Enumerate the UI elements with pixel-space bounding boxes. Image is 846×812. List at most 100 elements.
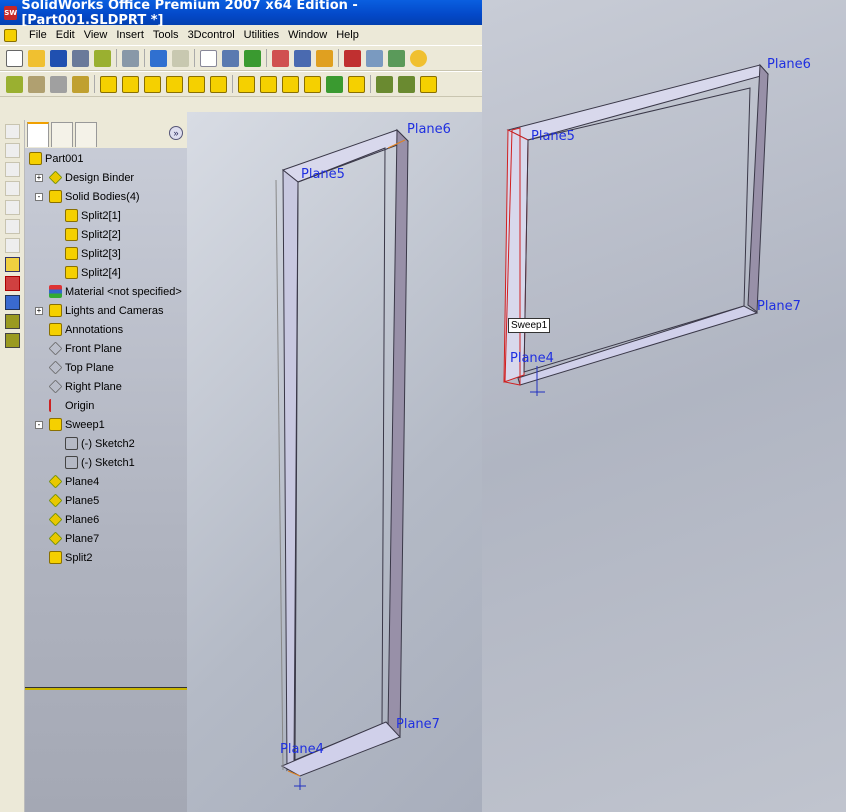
graphics-viewport-left[interactable] <box>187 112 482 812</box>
tree-node[interactable]: Right Plane <box>25 377 187 396</box>
expand-panel-button[interactable]: » <box>169 126 183 140</box>
solidworks-menu-icon[interactable] <box>4 28 17 42</box>
collapse-icon[interactable]: - <box>35 192 43 201</box>
sweep-icon[interactable] <box>188 75 205 93</box>
tree-node[interactable]: (-) Sketch2 <box>25 434 187 453</box>
tree-node[interactable]: Plane4 <box>25 472 187 491</box>
file-properties-icon[interactable] <box>294 49 311 67</box>
plane4-label: Plane4 <box>280 742 324 757</box>
right-view-icon[interactable] <box>5 181 20 196</box>
body-icon <box>65 266 78 279</box>
plane7-label: Plane7 <box>396 717 440 732</box>
isometric-view-icon[interactable] <box>5 238 20 253</box>
tree-node-label: Split2[4] <box>81 266 121 279</box>
tree-node[interactable]: Split2[2] <box>25 225 187 244</box>
shell-icon[interactable] <box>304 75 321 93</box>
make-drawing-icon[interactable] <box>72 49 89 67</box>
tree-node[interactable]: Front Plane <box>25 339 187 358</box>
tree-node[interactable]: Split2[3] <box>25 244 187 263</box>
menu-utilities[interactable]: Utilities <box>244 29 279 41</box>
loft-icon[interactable] <box>210 75 227 93</box>
rollback-bar[interactable] <box>25 687 187 690</box>
left-view-icon[interactable] <box>5 162 20 177</box>
tree-node[interactable]: Split2[1] <box>25 206 187 225</box>
linear-pattern-icon[interactable] <box>376 75 393 93</box>
help-icon[interactable] <box>410 49 427 67</box>
menu-file[interactable]: File <box>29 29 47 41</box>
bottom-view-icon[interactable] <box>5 219 20 234</box>
back-view-icon[interactable] <box>5 143 20 158</box>
front-view-icon[interactable] <box>5 124 20 139</box>
rib-icon[interactable] <box>282 75 299 93</box>
graphics-viewport-right[interactable] <box>482 0 846 812</box>
undo-icon[interactable] <box>150 49 167 67</box>
options-icon[interactable] <box>316 49 333 67</box>
tree-node[interactable]: Top Plane <box>25 358 187 377</box>
make-assembly-icon[interactable] <box>94 49 111 67</box>
split-icon[interactable] <box>5 333 20 348</box>
feature-manager-panel: » Part001 + Design Binder - Solid Bodies(4) S… <box>25 120 187 812</box>
menu-edit[interactable]: Edit <box>56 29 75 41</box>
redo-icon[interactable] <box>172 49 189 67</box>
tree-node[interactable]: Plane5 <box>25 491 187 510</box>
tree-node[interactable]: Split2[4] <box>25 263 187 282</box>
menu-window[interactable]: Window <box>288 29 327 41</box>
revolve-icon[interactable] <box>144 75 161 93</box>
save-icon[interactable] <box>50 49 67 67</box>
menu-help[interactable]: Help <box>336 29 359 41</box>
menu-view[interactable]: View <box>84 29 108 41</box>
tree-node[interactable]: + Lights and Cameras <box>25 301 187 320</box>
tree-node[interactable]: Plane6 <box>25 510 187 529</box>
tab-feature-manager[interactable] <box>27 122 49 147</box>
tree-node[interactable]: - Solid Bodies(4) <box>25 187 187 206</box>
mirror-icon[interactable] <box>420 75 437 93</box>
menu-tools[interactable]: Tools <box>153 29 179 41</box>
top-view-icon[interactable] <box>5 200 20 215</box>
sweep1-tooltip: Sweep1 <box>508 318 551 333</box>
tab-configuration-manager[interactable] <box>75 122 97 147</box>
tree-node[interactable]: Material <not specified> <box>25 282 187 301</box>
collapse-icon[interactable]: - <box>35 420 43 429</box>
extrude-cut-icon[interactable] <box>122 75 139 93</box>
edit-appearance-icon[interactable] <box>272 49 289 67</box>
chamfer-icon[interactable] <box>260 75 277 93</box>
select-filter-icon[interactable] <box>222 49 239 67</box>
draft-icon[interactable] <box>326 75 343 93</box>
window-icon[interactable] <box>366 49 383 67</box>
print-icon[interactable] <box>122 49 139 67</box>
circular-pattern-icon[interactable] <box>398 75 415 93</box>
menu-insert[interactable]: Insert <box>116 29 144 41</box>
hole-wizard-icon[interactable] <box>348 75 365 93</box>
tree-node[interactable]: Plane7 <box>25 529 187 548</box>
tree-node-label: Design Binder <box>65 171 135 184</box>
new-icon[interactable] <box>6 49 23 67</box>
reference-geometry-icon[interactable] <box>50 75 67 93</box>
convert-entities-icon[interactable] <box>5 295 20 310</box>
insert-part-icon[interactable] <box>5 314 20 329</box>
add-relation-icon[interactable] <box>5 276 20 291</box>
tree-node[interactable]: (-) Sketch1 <box>25 453 187 472</box>
rebuild-icon[interactable] <box>244 49 261 67</box>
smart-dimension-icon[interactable] <box>28 75 45 93</box>
tree-node[interactable]: Part001 <box>25 149 187 168</box>
sketch-icon[interactable] <box>5 257 20 272</box>
open-icon[interactable] <box>28 49 45 67</box>
tree-node[interactable]: - Sweep1 <box>25 415 187 434</box>
tab-property-manager[interactable] <box>51 122 73 147</box>
sketch-mode-icon[interactable] <box>6 75 23 93</box>
select-icon[interactable] <box>200 49 217 67</box>
separator <box>232 75 233 93</box>
tree-node[interactable]: Split2 <box>25 548 187 567</box>
extrude-icon[interactable] <box>100 75 117 93</box>
expand-icon[interactable]: + <box>35 306 43 315</box>
tree-node[interactable]: Annotations <box>25 320 187 339</box>
menu-3dcontrol[interactable]: 3Dcontrol <box>188 29 235 41</box>
expand-icon[interactable]: + <box>35 173 43 182</box>
tree-node[interactable]: + Design Binder <box>25 168 187 187</box>
list-icon[interactable] <box>388 49 405 67</box>
3d-sketch-icon[interactable] <box>72 75 89 93</box>
tree-node[interactable]: Origin <box>25 396 187 415</box>
solidworks-resources-icon[interactable] <box>344 49 361 67</box>
fillet-icon[interactable] <box>238 75 255 93</box>
revolve-cut-icon[interactable] <box>166 75 183 93</box>
